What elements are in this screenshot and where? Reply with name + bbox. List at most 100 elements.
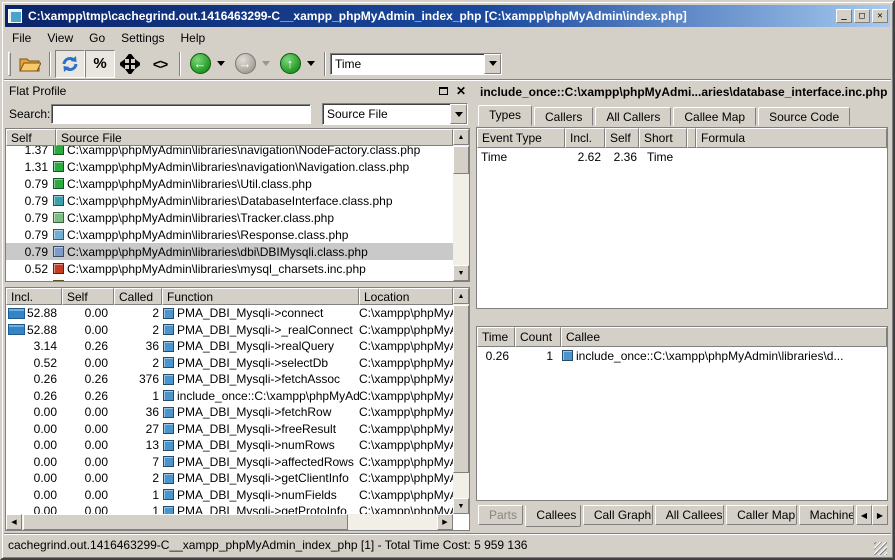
table-row[interactable]: 3.14 0.26 36 PMA_DBI_Mysqli->realQuery C… xyxy=(6,338,453,355)
table-row[interactable]: 0.00 0.00 27 PMA_DBI_Mysqli->freeResult … xyxy=(6,421,453,438)
table-row[interactable]: 52.88 0.00 2 PMA_DBI_Mysqli->connect C:\… xyxy=(6,305,453,322)
column-header-self[interactable]: Self xyxy=(6,129,56,146)
tab-source-code[interactable]: Source Code xyxy=(758,107,850,126)
minimize-button[interactable]: _ xyxy=(836,9,852,23)
scrollbar-thumb[interactable] xyxy=(23,514,348,530)
table-row[interactable]: 0.79 C:\xampp\phpMyAdmin\libraries\Respo… xyxy=(6,226,453,243)
column-header-self[interactable]: Self xyxy=(605,128,639,148)
menu-help[interactable]: Help xyxy=(173,29,214,47)
scrollbar-thumb[interactable] xyxy=(453,305,469,473)
table-row[interactable]: 0.00 0.00 13 PMA_DBI_Mysqli->numRows C:\… xyxy=(6,437,453,454)
forward-button[interactable]: → xyxy=(230,50,260,78)
tab-all-callers[interactable]: All Callers xyxy=(595,107,671,126)
menu-file[interactable]: File xyxy=(4,29,39,47)
menu-go[interactable]: Go xyxy=(81,29,113,47)
scroll-up-button[interactable]: ▲ xyxy=(453,288,469,304)
chevron-down-icon xyxy=(489,61,497,66)
open-file-button[interactable] xyxy=(15,50,45,78)
table-row[interactable]: 0.00 0.00 2 PMA_DBI_Mysqli->getClientInf… xyxy=(6,470,453,487)
column-header-incl[interactable]: Incl. xyxy=(6,288,62,305)
scroll-left-button[interactable]: ◀ xyxy=(6,514,22,530)
scrollbar-thumb[interactable] xyxy=(453,146,469,174)
up-button[interactable]: ↑ xyxy=(275,50,305,78)
menu-view[interactable]: View xyxy=(39,29,81,47)
combo-dropdown-button[interactable] xyxy=(450,104,467,124)
horizontal-scrollbar[interactable]: ◀ ▶ xyxy=(6,514,453,530)
scroll-right-button[interactable]: ▶ xyxy=(437,514,453,530)
column-header-called[interactable]: Called xyxy=(114,288,162,305)
tab-scroll-right-button[interactable]: ▶ xyxy=(872,505,888,525)
tab-call-graph[interactable]: Call Graph xyxy=(583,505,653,525)
tab-machine[interactable]: Machine xyxy=(799,505,854,525)
column-header-short[interactable]: Short xyxy=(639,128,687,148)
tab-caller-map[interactable]: Caller Map xyxy=(726,505,796,525)
called-value: 36 xyxy=(114,339,162,353)
self-value: 0.00 xyxy=(62,405,114,419)
scroll-up-button[interactable]: ▲ xyxy=(453,129,469,145)
table-row[interactable]: 0.00 0.00 36 PMA_DBI_Mysqli->fetchRow C:… xyxy=(6,404,453,421)
float-dock-icon[interactable] xyxy=(439,87,448,95)
vertical-scrollbar[interactable]: ▲ ▼ xyxy=(453,129,469,281)
relative-cost-button[interactable]: <> xyxy=(145,50,175,78)
table-row[interactable]: 1.37 C:\xampp\phpMyAdmin\libraries\navig… xyxy=(6,146,453,158)
column-header-location[interactable]: Location xyxy=(359,288,453,305)
self-value: 0.79 xyxy=(6,228,52,242)
scroll-down-button[interactable]: ▼ xyxy=(453,498,469,514)
tab-callee-map[interactable]: Callee Map xyxy=(673,107,756,126)
tab-callers[interactable]: Callers xyxy=(534,107,593,126)
back-dropdown-arrow[interactable] xyxy=(217,61,225,66)
resize-grip[interactable] xyxy=(874,542,887,555)
combo-dropdown-button[interactable] xyxy=(484,54,501,74)
maximize-button[interactable]: □ xyxy=(854,9,870,23)
close-button[interactable]: ✕ xyxy=(872,9,888,23)
table-row[interactable]: 0.00 0.00 1 PMA_DBI_Mysqli->getProtoInfo… xyxy=(6,503,453,514)
column-header-source-file[interactable]: Source File xyxy=(56,129,453,146)
table-row[interactable]: 0.79 C:\xampp\phpMyAdmin\libraries\Util.… xyxy=(6,175,453,192)
function-icon xyxy=(163,423,174,434)
back-button[interactable]: ← xyxy=(185,50,215,78)
toolbar-handle[interactable] xyxy=(8,52,11,76)
tab-types[interactable]: Types xyxy=(478,105,532,126)
reload-button[interactable] xyxy=(55,50,85,78)
column-header-incl[interactable]: Incl. xyxy=(565,128,605,148)
function-name: PMA_DBI_Mysqli->affectedRows xyxy=(177,455,354,469)
table-row-selected[interactable]: 0.79 C:\xampp\phpMyAdmin\libraries\dbi\D… xyxy=(6,243,453,260)
table-row[interactable]: 0.00 0.00 7 PMA_DBI_Mysqli->affectedRows… xyxy=(6,454,453,471)
up-dropdown-arrow[interactable] xyxy=(307,61,315,66)
scroll-down-button[interactable]: ▼ xyxy=(453,265,469,281)
event-type-combo[interactable]: Time xyxy=(330,53,502,75)
table-row[interactable]: 0.00 0.00 1 PMA_DBI_Mysqli->numFields C:… xyxy=(6,487,453,504)
column-header-callee[interactable]: Callee xyxy=(561,327,887,347)
tab-callees[interactable]: Callees xyxy=(525,505,580,527)
vertical-scrollbar[interactable]: ▲ ▼ xyxy=(453,288,469,514)
table-row[interactable]: 0.26 0.26 1 include_once::C:\xampp\phpMy… xyxy=(6,388,453,405)
column-header-formula[interactable]: Formula xyxy=(696,128,887,148)
column-header-time[interactable]: Time xyxy=(477,327,515,347)
column-header-function[interactable]: Function xyxy=(162,288,359,305)
table-row[interactable]: 0.26 0.26 376 PMA_DBI_Mysqli->fetchAssoc… xyxy=(6,371,453,388)
table-row[interactable]: 0.26 1 include_once::C:\xampp\phpMyAdmin… xyxy=(477,347,887,364)
tab-scroll-left-button[interactable]: ◀ xyxy=(856,505,872,525)
column-header-event-type[interactable]: Event Type xyxy=(477,128,565,148)
table-row[interactable]: 0.79 C:\xampp\phpMyAdmin\libraries\Track… xyxy=(6,209,453,226)
percent-toggle-button[interactable]: % xyxy=(85,50,115,78)
column-header-self[interactable]: Self xyxy=(62,288,114,305)
search-input[interactable] xyxy=(51,104,311,124)
table-row[interactable]: 0.79 C:\xampp\phpMyAdmin\libraries\Datab… xyxy=(6,192,453,209)
dock-title-bar[interactable]: Flat Profile ✕ xyxy=(5,82,470,99)
table-row[interactable]: 0.52 C:\xampp\phpMyAdmin\libraries\user_… xyxy=(6,277,453,281)
group-by-combo[interactable]: Source File xyxy=(322,103,468,125)
table-row[interactable]: Time 2.62 2.36 Time xyxy=(477,148,887,165)
tab-all-callees[interactable]: All Callees xyxy=(655,505,724,525)
menu-settings[interactable]: Settings xyxy=(113,29,172,47)
table-row[interactable]: 0.52 C:\xampp\phpMyAdmin\libraries\mysql… xyxy=(6,260,453,277)
column-header-count[interactable]: Count xyxy=(515,327,561,347)
close-dock-icon[interactable]: ✕ xyxy=(456,85,466,97)
table-row[interactable]: 0.52 0.00 2 PMA_DBI_Mysqli->selectDb C:\… xyxy=(6,355,453,372)
toolbar-separator xyxy=(179,52,181,76)
function-table-header: Incl. Self Called Function Location xyxy=(6,288,453,305)
flat-profile-rows: 1.37 C:\xampp\phpMyAdmin\libraries\navig… xyxy=(6,146,453,281)
table-row[interactable]: 52.88 0.00 2 PMA_DBI_Mysqli->_realConnec… xyxy=(6,322,453,339)
dock-layout-button[interactable] xyxy=(115,50,145,78)
table-row[interactable]: 1.31 C:\xampp\phpMyAdmin\libraries\navig… xyxy=(6,158,453,175)
